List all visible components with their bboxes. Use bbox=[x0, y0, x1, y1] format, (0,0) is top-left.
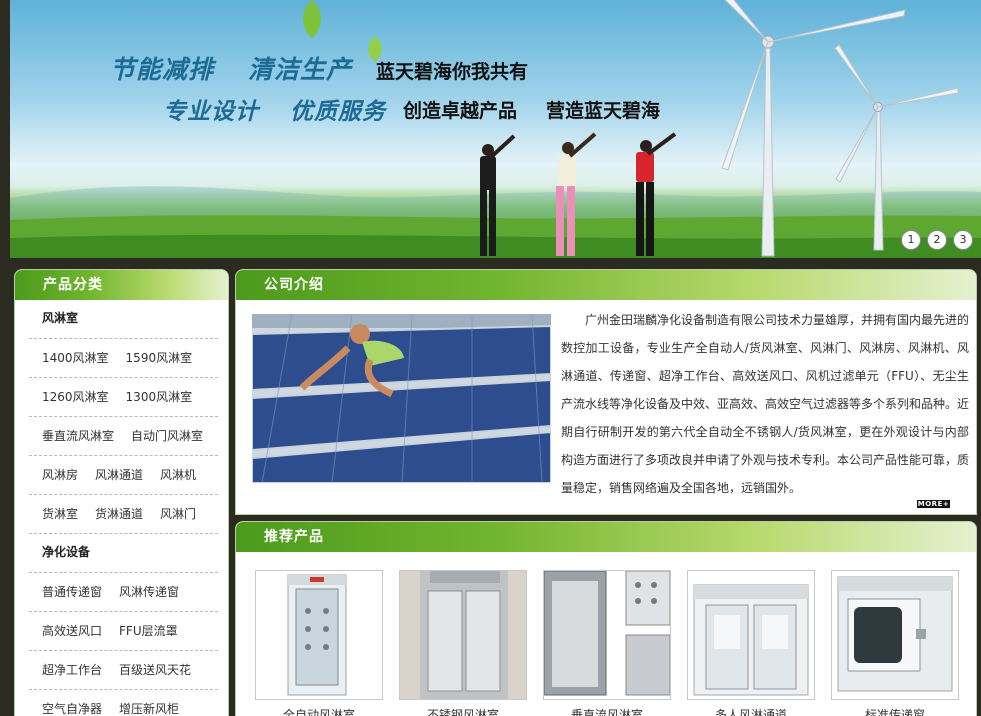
product-card[interactable]: 垂直流风淋室 bbox=[543, 570, 671, 716]
category-group-purification[interactable]: 净化设备 bbox=[15, 534, 228, 572]
category-link[interactable]: 增压新风柜 bbox=[119, 702, 179, 716]
category-link[interactable]: 高效送风口 bbox=[42, 624, 102, 638]
category-row: 普通传递窗 风淋传递窗 bbox=[29, 572, 218, 611]
category-header: 产品分类 bbox=[15, 270, 228, 300]
banner-page-3[interactable]: 3 bbox=[953, 230, 973, 250]
product-image-multi-person-channel[interactable] bbox=[687, 570, 815, 700]
product-image-air-shower[interactable] bbox=[255, 570, 383, 700]
category-link[interactable]: 货淋室 bbox=[42, 507, 78, 521]
category-link[interactable]: 风淋门 bbox=[160, 507, 196, 521]
category-link[interactable]: 1300风淋室 bbox=[126, 390, 193, 404]
category-row: 空气自净器 增压新风柜 bbox=[29, 689, 218, 716]
slogan-design: 专业设计 bbox=[163, 99, 259, 125]
banner-pagination: 1 2 3 bbox=[901, 230, 973, 250]
intro-text: 广州金田瑞麟净化设备制造有限公司技术力量雄厚，并拥有国内最先进的数控加工设备，专… bbox=[561, 313, 970, 495]
category-link[interactable]: 货淋通道 bbox=[95, 507, 143, 521]
slogan-service: 优质服务 bbox=[290, 99, 386, 125]
category-link[interactable]: 自动门风淋室 bbox=[131, 429, 203, 443]
category-link[interactable]: 空气自净器 bbox=[42, 702, 102, 716]
product-image-stainless-air-shower[interactable] bbox=[399, 570, 527, 700]
slogan-clean: 清洁生产 bbox=[248, 55, 353, 84]
product-list: 全自动风淋室 不锈钢风淋室 垂直流风淋室 多人风淋通道 标准传递窗 bbox=[255, 570, 959, 716]
category-row: 超净工作台 百级送风天花 bbox=[29, 650, 218, 689]
category-row: 风淋房 风淋通道 风淋机 bbox=[29, 455, 218, 494]
category-row: 高效送风口 FFU层流罩 bbox=[29, 611, 218, 650]
category-row: 1400风淋室 1590风淋室 bbox=[29, 338, 218, 377]
product-image-vertical-air-shower[interactable] bbox=[543, 570, 671, 700]
banner-page-2[interactable]: 2 bbox=[927, 230, 947, 250]
intro-title: 公司介绍 bbox=[264, 277, 324, 293]
category-title: 产品分类 bbox=[43, 277, 103, 293]
category-link[interactable]: 风淋通道 bbox=[95, 468, 143, 482]
category-link[interactable]: 风淋房 bbox=[42, 468, 78, 482]
category-group-1-list: 1400风淋室 1590风淋室 1260风淋室 1300风淋室垂直流风淋室 自动门风淋室… bbox=[15, 338, 228, 533]
slogan-energy: 节能减排 bbox=[110, 55, 215, 84]
product-card[interactable]: 多人风淋通道 bbox=[687, 570, 815, 716]
product-card[interactable]: 全自动风淋室 bbox=[255, 570, 383, 716]
category-link[interactable]: 普通传递窗 bbox=[42, 585, 102, 599]
company-intro-panel: 公司介绍 广州金田瑞麟净化设备制造有限公司技术力量雄厚，并拥有国内最先进的数控加… bbox=[235, 269, 977, 515]
product-card[interactable]: 不锈钢风淋室 bbox=[399, 570, 527, 716]
category-link[interactable]: 超净工作台 bbox=[42, 663, 102, 677]
recommended-products-panel: 推荐产品 全自动风淋室 不锈钢风淋室 垂直流风淋室 多人风淋通道 标准传递窗 bbox=[235, 521, 977, 716]
slogan-create: 创造卓越产品 bbox=[403, 100, 518, 122]
category-link[interactable]: 1260风淋室 bbox=[42, 390, 109, 404]
category-group-air-shower[interactable]: 风淋室 bbox=[15, 300, 228, 338]
people-stretching-graphic bbox=[480, 132, 677, 256]
category-group-2-list: 普通传递窗 风淋传递窗高效送风口 FFU层流罩超净工作台 百级送风天花空气自净器 增压新… bbox=[15, 572, 228, 716]
products-title: 推荐产品 bbox=[264, 529, 324, 545]
category-link[interactable]: FFU层流罩 bbox=[119, 624, 178, 638]
wind-turbine-graphic bbox=[721, 0, 959, 257]
category-link[interactable]: 1590风淋室 bbox=[126, 351, 193, 365]
category-link[interactable]: 1400风淋室 bbox=[42, 351, 109, 365]
product-category-panel: 产品分类 风淋室 1400风淋室 1590风淋室 1260风淋室 1300风淋室垂直流… bbox=[14, 269, 229, 716]
more-button[interactable]: MORE+ bbox=[917, 500, 950, 508]
category-row: 1260风淋室 1300风淋室 bbox=[29, 377, 218, 416]
product-image-pass-box[interactable] bbox=[831, 570, 959, 700]
solar-panel-photo bbox=[252, 314, 551, 483]
category-row: 货淋室 货淋通道 风淋门 bbox=[29, 494, 218, 533]
hero-banner: 节能减排 清洁生产 蓝天碧海你我共有 专业设计 优质服务 创造卓越产品 营造蓝天… bbox=[10, 0, 981, 258]
category-link[interactable]: 风淋传递窗 bbox=[119, 585, 179, 599]
banner-page-1[interactable]: 1 bbox=[901, 230, 921, 250]
leaf-icon bbox=[303, 0, 321, 38]
category-link[interactable]: 百级送风天花 bbox=[119, 663, 191, 677]
category-link[interactable]: 风淋机 bbox=[160, 468, 196, 482]
product-card[interactable]: 标准传递窗 bbox=[831, 570, 959, 716]
category-link[interactable]: 垂直流风淋室 bbox=[42, 429, 114, 443]
products-header: 推荐产品 bbox=[236, 522, 976, 552]
intro-header: 公司介绍 bbox=[236, 270, 976, 300]
category-row: 垂直流风淋室 自动门风淋室 bbox=[29, 416, 218, 455]
slogan-sky: 蓝天碧海你我共有 bbox=[376, 61, 529, 83]
slogan-build: 营造蓝天碧海 bbox=[546, 100, 661, 122]
